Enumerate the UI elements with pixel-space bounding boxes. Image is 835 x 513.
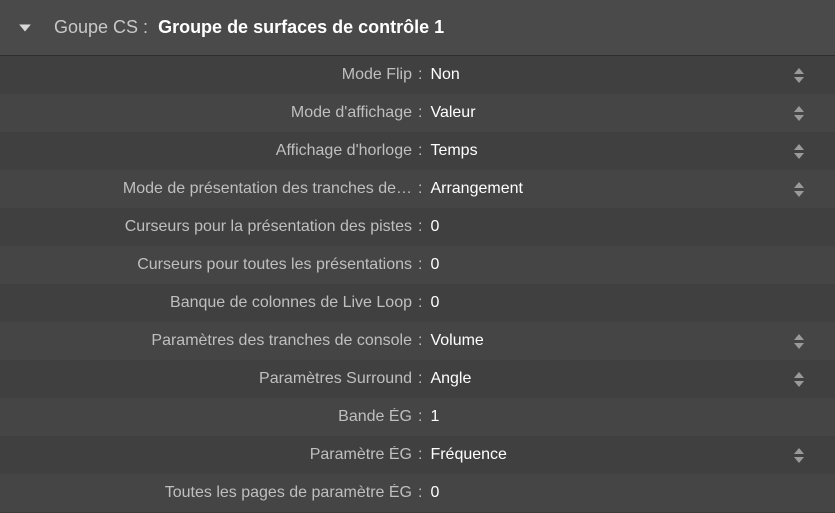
parameter-row: Toutes les pages de paramètre ÉG:0 [0,474,835,512]
parameter-value[interactable]: 1 [430,408,789,426]
colon-separator: : [418,180,430,198]
colon-separator: : [418,370,430,388]
colon-separator: : [418,408,430,426]
section-header: Goupe CS : Groupe de surfaces de contrôl… [0,0,835,56]
value-stepper-icon[interactable] [789,144,809,159]
parameter-row: Paramètres des tranches de console:Volum… [0,322,835,360]
parameter-row: Paramètres Surround:Angle [0,360,835,398]
parameter-row: Banque de colonnes de Live Loop:0 [0,284,835,322]
colon-separator: : [418,104,430,122]
parameter-row: Mode d'affichage:Valeur [0,94,835,132]
parameter-value[interactable]: Valeur [430,104,789,122]
parameter-value[interactable]: Arrangement [430,180,789,198]
parameter-label: Paramètres des tranches de console [0,332,418,350]
disclosure-triangle-icon[interactable] [14,17,36,39]
colon-separator: : [418,218,430,236]
parameter-row: Affichage d'horloge:Temps [0,132,835,170]
parameter-row: Bande ÉG:1 [0,398,835,436]
parameter-value[interactable]: 0 [430,256,789,274]
value-stepper-icon[interactable] [789,334,809,349]
parameter-label: Affichage d'horloge [0,142,418,160]
colon-separator: : [418,484,430,502]
colon-separator: : [418,256,430,274]
colon-separator: : [418,332,430,350]
parameter-label: Curseurs pour toutes les présentations [0,256,418,274]
parameter-value[interactable]: Angle [430,370,789,388]
value-stepper-icon[interactable] [789,68,809,83]
colon-separator: : [418,294,430,312]
parameter-value[interactable]: 0 [430,294,789,312]
parameter-row: Mode Flip:Non [0,56,835,94]
parameter-value[interactable]: Volume [430,332,789,350]
parameter-label: Paramètres Surround [0,370,418,388]
parameter-label: Mode d'affichage [0,104,418,122]
parameter-row: Mode de présentation des tranches de…:Ar… [0,170,835,208]
colon-separator: : [418,66,430,84]
parameter-value[interactable]: 0 [430,484,789,502]
parameter-label: Paramètre ÉG [0,446,418,464]
parameter-row: Paramètre ÉG:Fréquence [0,436,835,474]
parameter-value[interactable]: Temps [430,142,789,160]
parameter-value[interactable]: Fréquence [430,446,789,464]
parameter-label: Mode de présentation des tranches de… [0,180,418,198]
parameter-label: Banque de colonnes de Live Loop [0,294,418,312]
section-label: Goupe CS : [54,17,148,38]
value-stepper-icon[interactable] [789,182,809,197]
value-stepper-icon[interactable] [789,372,809,387]
parameter-value[interactable]: Non [430,66,789,84]
colon-separator: : [418,142,430,160]
parameter-label: Curseurs pour la présentation des pistes [0,218,418,236]
parameter-value[interactable]: 0 [430,218,789,236]
parameter-label: Toutes les pages de paramètre ÉG [0,484,418,502]
parameter-label: Bande ÉG [0,408,418,426]
parameter-list: Mode Flip:NonMode d'affichage:ValeurAffi… [0,56,835,512]
section-title[interactable]: Groupe de surfaces de contrôle 1 [158,17,444,38]
parameter-row: Curseurs pour la présentation des pistes… [0,208,835,246]
parameter-row: Curseurs pour toutes les présentations:0 [0,246,835,284]
colon-separator: : [418,446,430,464]
value-stepper-icon[interactable] [789,448,809,463]
value-stepper-icon[interactable] [789,106,809,121]
parameter-label: Mode Flip [0,66,418,84]
